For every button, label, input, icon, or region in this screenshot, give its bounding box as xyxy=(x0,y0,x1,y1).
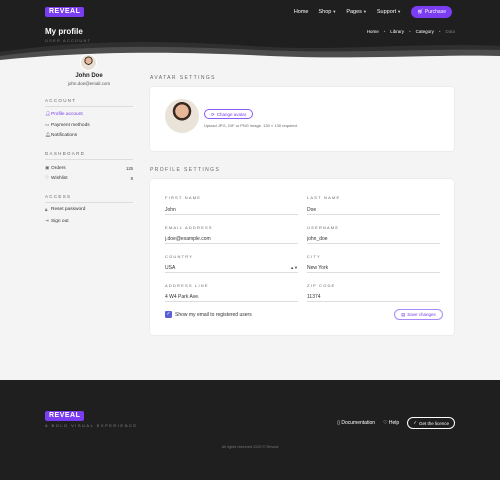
sidebar-item-notifications[interactable]: 🔔︎ Notifications xyxy=(45,132,133,138)
profile-settings-card: FIRST NAME LAST NAME EMAIL ADDRESS USERN… xyxy=(150,179,454,335)
sidebar-item-label: Orders xyxy=(51,165,66,171)
sidebar-item-sign-out[interactable]: ⇥ Sign out xyxy=(45,218,133,224)
brand-logo[interactable]: REVEAL xyxy=(45,7,85,17)
user-name: John Doe xyxy=(75,73,103,79)
account-heading: ACCOUNT xyxy=(45,98,77,103)
zip-field[interactable] xyxy=(307,292,440,302)
help-link[interactable]: ♡ Help xyxy=(383,420,399,426)
chevron-down-icon: ▼ xyxy=(362,9,367,14)
license-label: Get the licence xyxy=(418,420,449,426)
main-nav: Home Shop▼ Pages▼ Support▼ 🛒︎ Purchase xyxy=(294,6,452,18)
breadcrumb-home[interactable]: Home xyxy=(367,29,379,34)
breadcrumb-separator: • xyxy=(383,29,386,34)
upload-note: Upload JPG, GIF or PNG image. 130 × 130 … xyxy=(204,123,298,128)
nav-shop[interactable]: Shop▼ xyxy=(318,9,336,15)
breadcrumb: Home • Library • Category • Data xyxy=(367,29,455,34)
sidebar-item-payment-methods[interactable]: ▭ Payment methods xyxy=(45,122,133,128)
avatar[interactable] xyxy=(165,99,199,133)
divider xyxy=(45,202,133,203)
page-title: My profile xyxy=(45,27,83,36)
divider xyxy=(45,159,133,160)
access-heading: ACCESS xyxy=(45,194,72,199)
last-name-field[interactable] xyxy=(307,205,440,215)
divider xyxy=(45,106,133,107)
country-select[interactable]: USA ▲▼ xyxy=(165,263,298,273)
select-caret-icon: ▲▼ xyxy=(290,265,298,270)
sidebar-item-label: Wishlist xyxy=(51,175,68,181)
first-name-field[interactable] xyxy=(165,205,298,215)
sidebar-item-orders[interactable]: ▣ Orders 125 xyxy=(45,165,133,171)
save-changes-button[interactable]: ▤ Save changes xyxy=(394,309,443,320)
breadcrumb-library[interactable]: Library xyxy=(390,29,404,34)
breadcrumb-separator: • xyxy=(438,29,441,34)
nav-support-label: Support xyxy=(376,9,397,15)
change-avatar-label: Change avatar xyxy=(216,111,247,117)
sidebar-item-wishlist[interactable]: ♡ Wishlist 8 xyxy=(45,175,133,181)
chevron-down-icon: ▼ xyxy=(397,9,402,14)
nav-shop-label: Shop xyxy=(318,9,332,15)
copyright: All rights reserved 2020 © Reveal xyxy=(221,445,279,449)
first-name-label: FIRST NAME xyxy=(165,195,202,200)
sidebar-item-label: Payment methods xyxy=(51,122,90,128)
last-name-label: LAST NAME xyxy=(307,195,341,200)
nav-home-label: Home xyxy=(293,9,309,15)
avatar-settings-card: ⟳ Change avatar Upload JPG, GIF or PNG im… xyxy=(150,87,454,151)
sidebar-item-label: Profile account xyxy=(51,111,83,117)
page-footer: REVEAL A BOLD VISUAL EXPERIENCE ▯ Docume… xyxy=(0,380,500,480)
check-circle-icon: ✓ xyxy=(413,420,417,425)
avatar-settings-title: AVATAR SETTINGS xyxy=(150,75,216,81)
purchase-label: Purchase xyxy=(424,9,446,15)
avatar xyxy=(80,54,97,71)
user-email: john.doe@email.com xyxy=(67,81,111,86)
chevron-down-icon: ▼ xyxy=(332,9,337,14)
checkmark-icon: ✓ xyxy=(165,311,172,318)
email-label: EMAIL ADDRESS xyxy=(165,225,213,230)
show-email-label: Show my email to registered users xyxy=(175,311,252,318)
breadcrumb-separator: • xyxy=(409,29,411,34)
change-avatar-button[interactable]: ⟳ Change avatar xyxy=(204,109,254,119)
nav-pages[interactable]: Pages▼ xyxy=(346,9,367,15)
documentation-label: Documentation xyxy=(341,420,376,426)
address-label: ADDRESS LINE xyxy=(165,283,209,288)
wishlist-count-badge: 8 xyxy=(130,175,133,181)
refresh-icon: ⟳ xyxy=(211,111,215,117)
sidebar-item-label: Reset password xyxy=(51,207,86,212)
orders-count-badge: 125 xyxy=(126,165,133,171)
address-field[interactable] xyxy=(165,292,298,302)
city-label: CITY xyxy=(307,254,321,259)
username-label: USERNAME xyxy=(307,225,340,230)
breadcrumb-current: Data xyxy=(445,29,455,34)
purchase-button[interactable]: 🛒︎ Purchase xyxy=(411,6,452,18)
country-value: USA xyxy=(165,264,176,271)
page-header: REVEAL Home Shop▼ Pages▼ Support▼ 🛒︎ Pur… xyxy=(0,0,500,62)
city-field[interactable] xyxy=(307,263,440,273)
username-field[interactable] xyxy=(307,234,440,244)
documentation-link[interactable]: ▯ Documentation xyxy=(337,420,375,426)
show-email-checkbox[interactable]: ✓ Show my email to registered users xyxy=(165,311,252,318)
profile-settings-title: PROFILE SETTINGS xyxy=(150,167,221,173)
footer-links: ▯ Documentation ♡ Help ✓ Get the licence xyxy=(337,417,455,429)
help-label: Help xyxy=(388,420,400,426)
save-changes-label: Save changes xyxy=(407,312,436,317)
dashboard-heading: DASHBOARD xyxy=(45,151,86,156)
zip-label: ZIP CODE xyxy=(307,283,336,288)
footer-logo[interactable]: REVEAL xyxy=(45,411,85,421)
nav-home[interactable]: Home xyxy=(294,9,309,15)
get-license-button[interactable]: ✓ Get the licence xyxy=(407,417,455,429)
profile-sidebar: John Doe john.doe@email.com ACCOUNT 👤︎ Pr… xyxy=(45,54,133,234)
nav-support[interactable]: Support▼ xyxy=(377,9,401,15)
email-field[interactable] xyxy=(165,234,298,244)
sidebar-item-label: Sign out xyxy=(51,218,69,224)
breadcrumb-category[interactable]: Category xyxy=(416,29,434,34)
nav-pages-label: Pages xyxy=(346,9,362,15)
sidebar-item-reset-password[interactable]: 🔒︎ Reset password xyxy=(45,207,133,212)
country-label: COUNTRY xyxy=(165,254,194,259)
cart-icon: 🛒︎ xyxy=(417,9,425,15)
footer-tagline: A BOLD VISUAL EXPERIENCE xyxy=(45,423,138,428)
save-icon: ▤ xyxy=(401,311,406,317)
sidebar-item-profile-account[interactable]: 👤︎ Profile account xyxy=(45,111,133,117)
sidebar-item-label: Notifications xyxy=(51,132,78,138)
